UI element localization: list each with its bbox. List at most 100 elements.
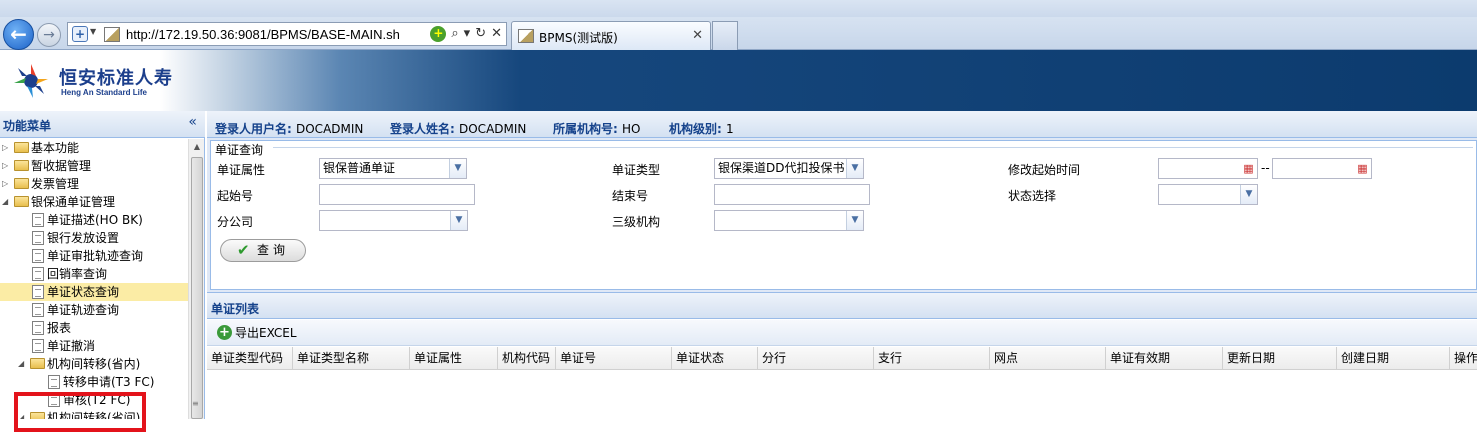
sidebar-item[interactable]: 转移申请(T3 FC) (0, 373, 188, 391)
brand-name-cn: 恒安标准人寿 (59, 68, 173, 89)
chevron-down-icon[interactable]: ▼ (90, 27, 96, 36)
brand-name-en: Heng An Standard Life (61, 88, 147, 97)
doc-type-label: 单证类型 (612, 163, 661, 177)
column-header[interactable]: 单证状态 (672, 347, 758, 370)
stop-icon[interactable]: ✕ (491, 26, 502, 42)
browser-tab[interactable]: BPMS(测试版) ✕ (511, 21, 711, 50)
query-panel-title: 单证查询 (215, 141, 267, 158)
level3-org-select[interactable]: ▼ (714, 210, 864, 231)
sidebar-item[interactable]: 单证撤消 (0, 337, 188, 355)
column-header[interactable]: 更新日期 (1223, 347, 1337, 370)
sidebar-item[interactable]: ▷ 暂收据管理 (0, 157, 188, 175)
expand-arrow-icon[interactable]: ▷ (2, 157, 8, 175)
expand-arrow-icon[interactable]: ▷ (2, 139, 8, 157)
sidebar-scrollbar[interactable]: ▲ ≡ (188, 139, 204, 419)
document-icon (32, 285, 44, 299)
sidebar-item[interactable]: ▷ 基本功能 (0, 139, 188, 157)
column-header[interactable]: 单证类型代码 (207, 347, 293, 370)
column-header[interactable]: 网点 (990, 347, 1106, 370)
sidebar-item[interactable]: 单证审批轨迹查询 (0, 247, 188, 265)
sidebar-item[interactable]: ◢ 机构间转移(省内) (0, 355, 188, 373)
folder-icon (30, 358, 45, 369)
search-icon[interactable]: ⌕ (451, 26, 458, 42)
sidebar-item-label: 暂收据管理 (31, 159, 92, 173)
status-label: 状态选择 (1008, 189, 1057, 203)
column-header[interactable]: 单证号 (556, 347, 672, 370)
add-icon: + (217, 325, 232, 340)
document-icon (32, 303, 44, 317)
doc-list-title: 单证列表 (211, 302, 260, 316)
collapse-arrow-icon[interactable]: ◢ (18, 355, 24, 373)
end-no-input[interactable] (714, 184, 870, 205)
compat-view-icon[interactable]: ▾ (464, 26, 471, 42)
sidebar-item-label: 银保通单证管理 (31, 195, 116, 209)
modify-end-date-field[interactable]: ▦ (1272, 158, 1372, 179)
user-name-label: 登录人姓名: (390, 122, 455, 136)
collapse-sidebar-icon[interactable]: « (188, 114, 197, 130)
org-value: HO (622, 122, 641, 136)
column-header[interactable]: 支行 (874, 347, 990, 370)
document-icon (32, 339, 44, 353)
sidebar-item-label: 报表 (47, 321, 72, 335)
collapse-arrow-icon[interactable]: ◢ (2, 193, 8, 211)
sidebar-item[interactable]: 报表 (0, 319, 188, 337)
window-title-strip (0, 0, 1477, 17)
new-tab-button[interactable] (712, 21, 738, 50)
org-label: 所属机构号: (553, 122, 618, 136)
calendar-icon[interactable]: ▦ (1240, 159, 1257, 178)
compatibility-shield-icon[interactable]: + (72, 26, 88, 42)
annotation-highlight-box (14, 392, 146, 432)
user-id-info: 登录人用户名: DOCADMIN (215, 120, 363, 137)
scroll-up-icon[interactable]: ▲ (189, 139, 205, 155)
user-name-value: DOCADMIN (459, 122, 527, 136)
sidebar-item[interactable]: 单证状态查询 (0, 283, 188, 301)
document-icon (32, 321, 44, 335)
address-bar[interactable]: + ▼ http://172.19.50.36:9081/BPMS/BASE-M… (67, 22, 507, 46)
forward-button[interactable]: → (37, 23, 61, 47)
org-level-value: 1 (726, 122, 734, 136)
sidebar-item-label: 单证状态查询 (47, 285, 120, 299)
level3-org-label: 三级机构 (612, 215, 661, 229)
tab-close-icon[interactable]: ✕ (692, 28, 703, 43)
document-icon (32, 249, 44, 263)
modify-start-date-field[interactable]: ▦ (1158, 158, 1258, 179)
chevron-down-icon[interactable]: ▼ (1240, 185, 1257, 204)
column-header[interactable]: 单证类型名称 (293, 347, 410, 370)
doc-attr-select[interactable]: 银保普通单证 ▼ (319, 158, 467, 179)
start-no-input[interactable] (319, 184, 475, 205)
column-header[interactable]: 创建日期 (1337, 347, 1450, 370)
status-select[interactable]: ▼ (1158, 184, 1258, 205)
back-button[interactable]: ← (3, 19, 34, 50)
scrollbar-thumb[interactable] (191, 157, 203, 419)
url-text[interactable]: http://172.19.50.36:9081/BPMS/BASE-MAIN.… (126, 27, 400, 42)
sidebar-item[interactable]: 银行发放设置 (0, 229, 188, 247)
panel-divider (273, 147, 1473, 148)
chevron-down-icon[interactable]: ▼ (450, 211, 467, 230)
column-header[interactable]: 机构代码 (498, 347, 556, 370)
sidebar-item[interactable]: 回销率查询 (0, 265, 188, 283)
chevron-down-icon[interactable]: ▼ (846, 211, 863, 230)
org-info: 所属机构号: HO (553, 120, 640, 137)
expand-arrow-icon[interactable]: ▷ (2, 175, 8, 193)
tab-favicon-icon (518, 29, 534, 43)
folder-icon (14, 178, 29, 189)
sidebar-item[interactable]: ◢ 银保通单证管理 (0, 193, 188, 211)
column-header[interactable]: 分行 (758, 347, 874, 370)
doc-list-toolbar: + 导出EXCEL (207, 320, 1477, 346)
sidebar-item[interactable]: 单证轨迹查询 (0, 301, 188, 319)
refresh-icon[interactable]: ↻ (475, 26, 486, 42)
sidebar: 功能菜单 « ▷ 基本功能 ▷ 暂收据管理 ▷ 发票管理 ◢ 银保通单证管理 单证描述(HO B… (0, 111, 205, 432)
chevron-down-icon[interactable]: ▼ (846, 159, 863, 178)
column-header[interactable]: 单证属性 (410, 347, 498, 370)
branch-select[interactable]: ▼ (319, 210, 468, 231)
calendar-icon[interactable]: ▦ (1354, 159, 1371, 178)
column-header[interactable]: 操作 (1450, 347, 1477, 370)
go-icon[interactable]: + (430, 26, 447, 42)
sidebar-item[interactable]: 单证描述(HO BK) (0, 211, 188, 229)
column-header[interactable]: 单证有效期 (1106, 347, 1223, 370)
doc-attr-label: 单证属性 (217, 163, 266, 177)
chevron-down-icon[interactable]: ▼ (449, 159, 466, 178)
doc-type-select[interactable]: 银保渠道DD代扣投保书 ▼ (714, 158, 864, 179)
sidebar-item[interactable]: ▷ 发票管理 (0, 175, 188, 193)
query-button[interactable]: ✔ 查询 (220, 239, 306, 262)
